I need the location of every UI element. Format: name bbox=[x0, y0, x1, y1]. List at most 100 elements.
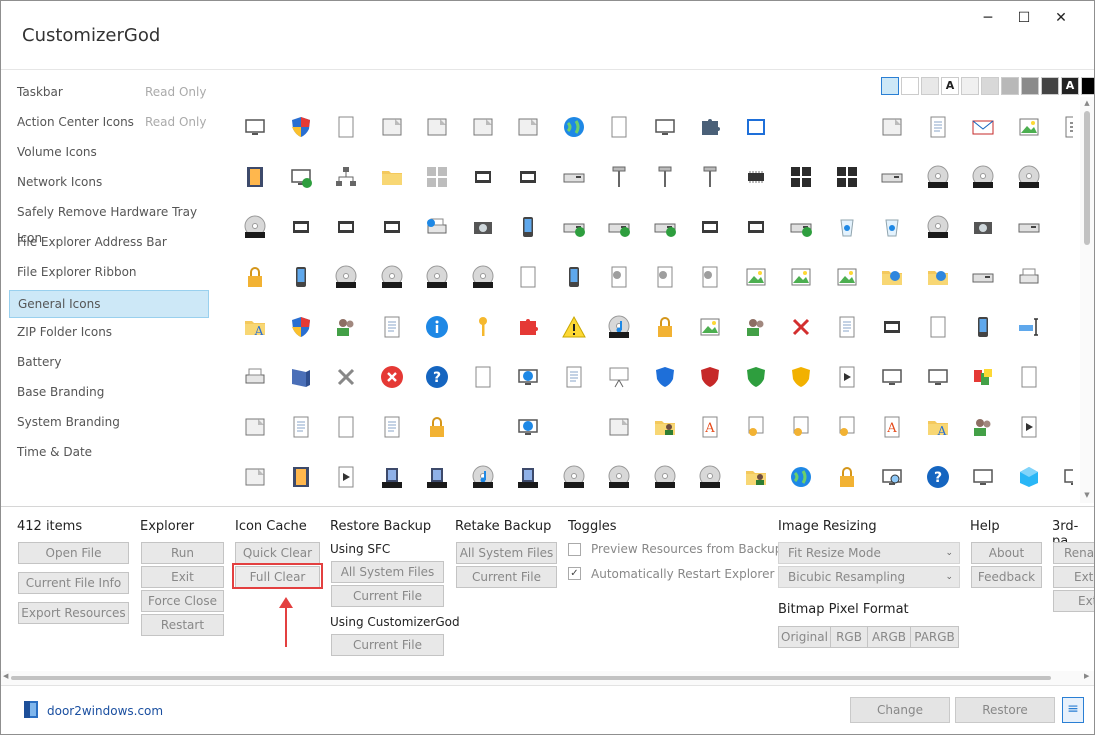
minimize-button[interactable]: ─ bbox=[970, 7, 1006, 29]
background-swatch[interactable] bbox=[1041, 77, 1059, 95]
icon-grid-item[interactable] bbox=[461, 305, 505, 349]
icon-grid-item[interactable] bbox=[415, 455, 459, 499]
icon-grid-item[interactable] bbox=[779, 405, 823, 449]
icon-grid-item[interactable] bbox=[825, 355, 869, 399]
icon-grid-item[interactable] bbox=[597, 405, 641, 449]
icon-grid-item[interactable] bbox=[233, 455, 277, 499]
icon-grid-item[interactable] bbox=[552, 455, 596, 499]
icon-grid-item[interactable] bbox=[825, 155, 869, 199]
icon-grid-item[interactable] bbox=[643, 455, 687, 499]
icon-grid-item[interactable] bbox=[870, 205, 914, 249]
icon-grid-item[interactable] bbox=[643, 155, 687, 199]
scroll-up-icon[interactable]: ▲ bbox=[1083, 99, 1091, 107]
sidebar-item-system-branding[interactable]: System Branding bbox=[9, 409, 209, 439]
icon-grid-item[interactable] bbox=[552, 105, 596, 149]
icon-grid-item[interactable] bbox=[779, 455, 823, 499]
icon-grid-item[interactable] bbox=[461, 355, 505, 399]
format-argb-button[interactable]: ARGB bbox=[867, 626, 911, 648]
icon-grid-item[interactable] bbox=[324, 355, 368, 399]
icon-grid-item[interactable] bbox=[279, 355, 323, 399]
icon-grid-item[interactable] bbox=[279, 105, 323, 149]
icon-grid-item[interactable] bbox=[506, 255, 550, 299]
icon-grid-item[interactable] bbox=[825, 305, 869, 349]
sidebar-item-safely-remove-hardware-tray-icon[interactable]: Safely Remove Hardware Tray Icon bbox=[9, 199, 209, 245]
explorer-force-close-button[interactable]: Force Close bbox=[141, 590, 224, 612]
icon-grid-item[interactable]: ? bbox=[415, 355, 459, 399]
icon-grid-scrollbar[interactable]: ▲ ▼ bbox=[1080, 97, 1094, 503]
icon-grid-item[interactable] bbox=[643, 305, 687, 349]
resize-mode-select[interactable]: Fit Resize Mode ⌄ bbox=[778, 542, 960, 564]
sidebar-item-general-icons[interactable]: General Icons bbox=[9, 290, 209, 318]
icon-grid-item[interactable] bbox=[688, 255, 732, 299]
icon-grid-item[interactable] bbox=[233, 205, 277, 249]
background-swatch[interactable] bbox=[901, 77, 919, 95]
icon-grid-item[interactable] bbox=[916, 155, 960, 199]
icon-grid-item[interactable] bbox=[461, 105, 505, 149]
icon-grid-item[interactable]: ? bbox=[916, 455, 960, 499]
rename-button[interactable]: Renam bbox=[1053, 542, 1094, 564]
icon-grid-item[interactable] bbox=[961, 355, 1005, 399]
scroll-right-icon[interactable]: ▶ bbox=[1084, 672, 1089, 680]
icon-grid-item[interactable] bbox=[461, 155, 505, 199]
icon-grid-item[interactable] bbox=[370, 355, 414, 399]
scrollbar-thumb[interactable] bbox=[1084, 111, 1090, 245]
icon-grid-item[interactable] bbox=[597, 355, 641, 399]
sidebar-item-zip-folder-icons[interactable]: ZIP Folder Icons bbox=[9, 319, 209, 349]
icon-grid-item[interactable] bbox=[779, 255, 823, 299]
icon-grid-item[interactable] bbox=[961, 155, 1005, 199]
icon-grid-item[interactable] bbox=[506, 405, 550, 449]
icon-grid-item[interactable] bbox=[552, 205, 596, 249]
sidebar-item-network-icons[interactable]: Network Icons bbox=[9, 169, 209, 199]
icon-grid-item[interactable] bbox=[506, 355, 550, 399]
background-swatch[interactable] bbox=[1021, 77, 1039, 95]
icon-grid-item[interactable] bbox=[734, 105, 778, 149]
restore-button[interactable]: Restore bbox=[955, 697, 1055, 723]
icon-grid-item[interactable] bbox=[279, 255, 323, 299]
icon-grid-item[interactable] bbox=[324, 205, 368, 249]
icon-grid-item[interactable] bbox=[461, 205, 505, 249]
icon-grid-item[interactable]: A bbox=[916, 405, 960, 449]
sidebar-item-battery[interactable]: Battery bbox=[9, 349, 209, 379]
icon-grid-item[interactable] bbox=[734, 155, 778, 199]
icon-grid-item[interactable] bbox=[597, 205, 641, 249]
icon-grid-item[interactable]: A bbox=[870, 405, 914, 449]
icon-grid-item[interactable] bbox=[324, 155, 368, 199]
sidebar-item-file-explorer-ribbon[interactable]: File Explorer Ribbon bbox=[9, 259, 209, 289]
icon-grid-item[interactable] bbox=[643, 405, 687, 449]
auto-restart-checkbox[interactable]: ✓ bbox=[568, 567, 581, 580]
icon-grid-item[interactable] bbox=[825, 405, 869, 449]
icon-grid-item[interactable] bbox=[552, 355, 596, 399]
icon-grid-item[interactable] bbox=[870, 105, 914, 149]
icon-grid-item[interactable] bbox=[961, 405, 1005, 449]
scroll-down-icon[interactable]: ▼ bbox=[1083, 491, 1091, 499]
format-original-button[interactable]: Original bbox=[778, 626, 831, 648]
extract-all-button[interactable]: Ext bbox=[1053, 590, 1094, 612]
export-resources-button[interactable]: Export Resources bbox=[18, 602, 129, 624]
explorer-restart-button[interactable]: Restart bbox=[141, 614, 224, 636]
icon-grid-item[interactable] bbox=[870, 355, 914, 399]
icon-grid-item[interactable] bbox=[734, 205, 778, 249]
icon-grid-item[interactable] bbox=[233, 255, 277, 299]
icon-grid-item[interactable] bbox=[870, 455, 914, 499]
icon-grid-item[interactable] bbox=[415, 305, 459, 349]
icon-grid-item[interactable] bbox=[1007, 405, 1051, 449]
retake-current-file-button[interactable]: Current File bbox=[456, 566, 557, 588]
icon-grid-item[interactable] bbox=[233, 405, 277, 449]
icon-grid-item[interactable] bbox=[415, 155, 459, 199]
icon-grid-item[interactable] bbox=[779, 305, 823, 349]
extract-button[interactable]: Extr bbox=[1053, 566, 1094, 588]
icon-grid-item[interactable] bbox=[552, 255, 596, 299]
icon-grid-item[interactable] bbox=[779, 155, 823, 199]
sidebar-item-action-center-icons[interactable]: Action Center Icons Read Only bbox=[9, 109, 209, 139]
close-button[interactable]: ✕ bbox=[1043, 7, 1079, 29]
icon-grid-item[interactable] bbox=[597, 155, 641, 199]
icon-grid-item[interactable] bbox=[916, 355, 960, 399]
icon-grid-item[interactable] bbox=[597, 305, 641, 349]
scroll-left-icon[interactable]: ◀ bbox=[3, 672, 8, 680]
sidebar-item-time-date[interactable]: Time & Date bbox=[9, 439, 209, 469]
icon-grid-item[interactable] bbox=[961, 105, 1005, 149]
icon-grid-item[interactable] bbox=[1007, 355, 1051, 399]
open-file-button[interactable]: Open File bbox=[18, 542, 129, 564]
background-swatch[interactable] bbox=[1001, 77, 1019, 95]
icon-grid-item[interactable] bbox=[370, 455, 414, 499]
